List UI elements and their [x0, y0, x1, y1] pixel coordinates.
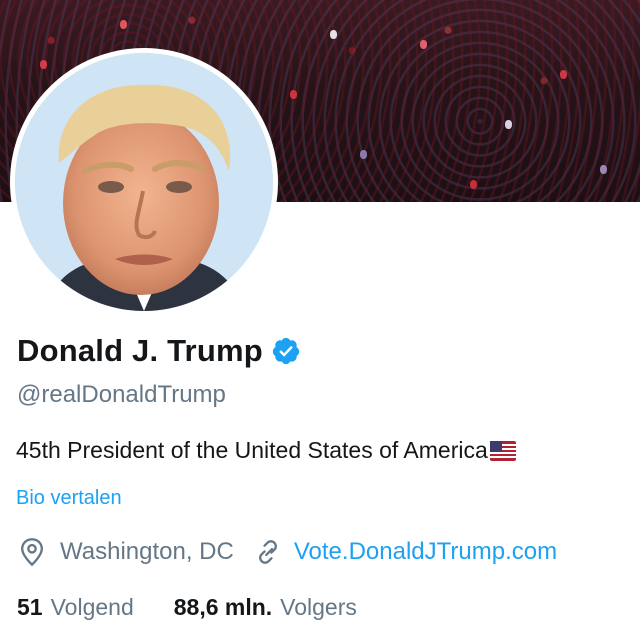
following-label: Volgend	[50, 594, 134, 620]
bio-text: 45th President of the United States of A…	[16, 437, 488, 463]
banner-detail	[330, 30, 337, 39]
following-count: 51	[17, 594, 43, 620]
verified-badge-icon	[272, 337, 299, 365]
profile-handle: @realDonaldTrump	[17, 381, 226, 408]
avatar-portrait	[15, 53, 273, 311]
profile-name: Donald J. Trump	[17, 333, 263, 368]
banner-detail	[360, 150, 367, 159]
link-icon	[254, 537, 282, 567]
banner-detail	[120, 20, 127, 29]
followers-count: 88,6 mln.	[173, 594, 273, 620]
profile-name-row: Donald J. Trump	[17, 333, 301, 369]
followers-stat[interactable]: 88,6 mln. Volgers	[174, 594, 357, 621]
translate-bio-link[interactable]: Bio vertalen	[16, 487, 122, 510]
banner-detail	[290, 90, 297, 99]
profile-bio: 45th President of the United States of A…	[16, 437, 516, 464]
location-pin-icon	[18, 537, 46, 567]
banner-detail	[600, 165, 607, 174]
banner-detail	[420, 40, 427, 49]
following-stat[interactable]: 51 Volgend	[17, 594, 134, 621]
banner-detail	[40, 60, 47, 69]
us-flag-icon	[489, 441, 516, 461]
banner-detail	[470, 180, 477, 189]
profile-avatar[interactable]	[10, 48, 278, 316]
banner-detail	[560, 70, 567, 79]
followers-label: Volgers	[280, 594, 357, 620]
profile-location: Washington, DC	[60, 538, 234, 565]
profile-meta: Washington, DC Vote.DonaldJTrump.com	[18, 537, 557, 567]
profile-stats: 51 Volgend 88,6 mln. Volgers	[17, 594, 357, 621]
banner-detail	[505, 120, 512, 129]
profile-website-link[interactable]: Vote.DonaldJTrump.com	[294, 538, 557, 566]
